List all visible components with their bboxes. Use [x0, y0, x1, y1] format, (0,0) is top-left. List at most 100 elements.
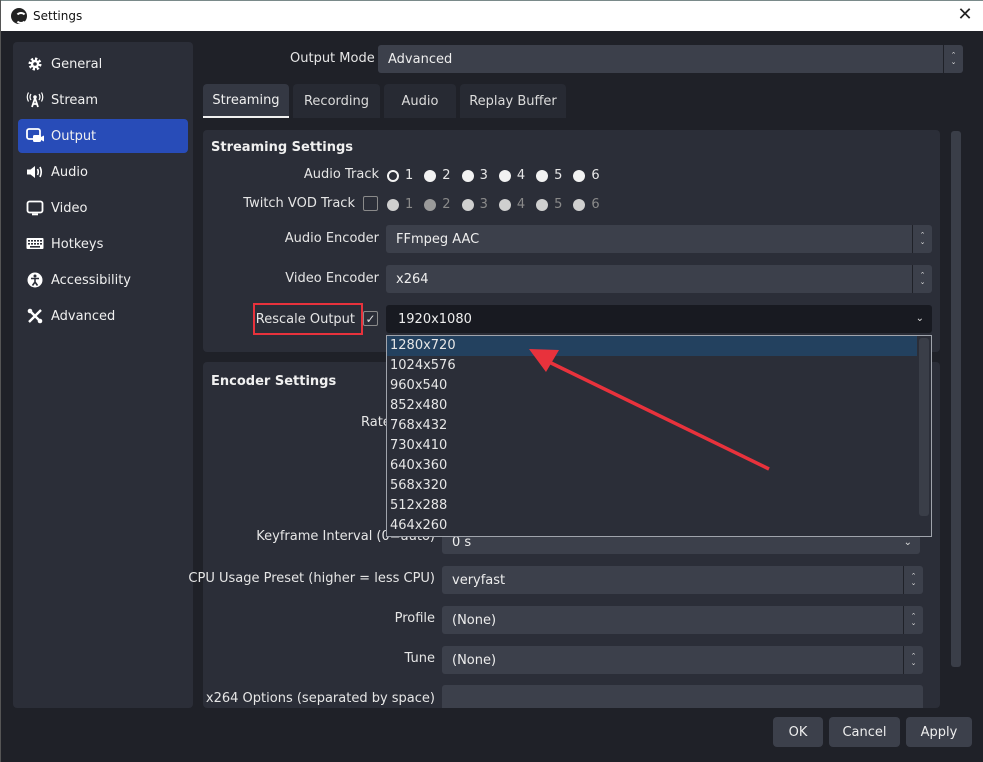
chevron-down-icon: ⌄ — [903, 536, 912, 548]
tab-label: Replay Buffer — [469, 93, 557, 109]
output-tabs: Streaming Recording Audio Replay Buffer — [203, 84, 570, 118]
output-mode-select[interactable]: Advanced ⌃ ⌄ — [378, 45, 963, 73]
radio-label: 1 — [405, 197, 414, 212]
dropdown-option[interactable]: 464x260 — [387, 516, 917, 536]
radio-label: 2 — [442, 197, 451, 212]
dropdown-option[interactable]: 512x288 — [387, 496, 917, 516]
radio-label: 3 — [479, 197, 488, 212]
radio-label: 5 — [554, 168, 563, 183]
close-icon[interactable]: ✕ — [956, 6, 974, 24]
video-encoder-select[interactable]: x264 ⌃ ⌄ — [386, 265, 932, 293]
video-encoder-label: Video Encoder — [285, 271, 379, 286]
rescale-output-label: Rescale Output — [255, 312, 355, 327]
twitch-vod-track-checkbox[interactable] — [363, 196, 378, 211]
profile-label: Profile — [394, 611, 435, 626]
sidebar-item-label: Stream — [51, 92, 99, 108]
sidebar-item-label: Video — [51, 200, 88, 216]
sidebar-item-video[interactable]: Video — [18, 191, 188, 225]
tab-audio[interactable]: Audio — [384, 84, 456, 118]
dropdown-option[interactable]: 568x320 — [387, 476, 917, 496]
window-title: Settings — [33, 9, 83, 23]
profile-select[interactable]: (None) ⌃ ⌄ — [442, 606, 923, 634]
radio-label: 4 — [516, 168, 526, 183]
audio-track-radio-3[interactable] — [461, 169, 474, 182]
spinner-icon: ⌃ ⌄ — [943, 45, 963, 73]
tab-recording[interactable]: Recording — [293, 84, 380, 118]
sidebar-item-hotkeys[interactable]: Hotkeys — [18, 227, 188, 261]
tune-value: (None) — [452, 652, 497, 668]
radio-label: 6 — [591, 168, 600, 183]
vod-track-radio-5[interactable] — [536, 198, 549, 211]
audio-track-label: Audio Track — [303, 167, 379, 182]
rescale-output-value: 1920x1080 — [398, 311, 472, 327]
tools-icon — [26, 307, 44, 325]
keyboard-icon — [26, 235, 44, 253]
streaming-settings-title: Streaming Settings — [211, 140, 354, 155]
audio-encoder-value: FFmpeg AAC — [396, 231, 480, 247]
accessibility-icon — [26, 271, 44, 289]
vod-track-radio-1[interactable] — [387, 198, 399, 211]
button-label: Apply — [920, 724, 958, 740]
audio-track-radio-6[interactable] — [573, 169, 586, 182]
dropdown-option[interactable]: 960x540 — [387, 376, 917, 396]
x264-options-input[interactable] — [442, 685, 923, 708]
radio-label: 2 — [442, 168, 451, 183]
chevron-down-icon: ⌄ — [915, 312, 924, 324]
tab-streaming[interactable]: Streaming — [203, 84, 289, 118]
radio-label: 5 — [554, 197, 563, 212]
sidebar-item-general[interactable]: General — [18, 47, 188, 81]
spinner-icon: ⌃ ⌄ — [903, 606, 923, 634]
cpu-usage-preset-select[interactable]: veryfast ⌃ ⌄ — [442, 566, 923, 594]
sidebar-item-label: Accessibility — [51, 272, 131, 288]
vod-track-radio-4[interactable] — [498, 198, 511, 211]
sidebar-item-label: Audio — [51, 164, 88, 180]
antenna-icon — [26, 91, 44, 109]
output-mode-label: Output Mode — [290, 51, 375, 66]
audio-encoder-select[interactable]: FFmpeg AAC ⌃ ⌄ — [386, 225, 932, 253]
vod-track-radio-2[interactable] — [424, 198, 437, 211]
button-label: OK — [788, 724, 808, 740]
audio-track-radios: 1 2 3 4 5 6 — [387, 168, 611, 183]
title-bar: Settings ✕ — [1, 0, 983, 31]
cpu-usage-preset-label: CPU Usage Preset (higher = less CPU) — [188, 571, 435, 586]
apply-button[interactable]: Apply — [906, 717, 972, 747]
audio-track-radio-5[interactable] — [536, 169, 549, 182]
vod-track-radio-6[interactable] — [573, 198, 586, 211]
button-label: Cancel — [842, 724, 887, 740]
dropdown-option[interactable]: 640x360 — [387, 456, 917, 476]
rescale-output-select[interactable]: 1920x1080 ⌄ — [386, 305, 932, 333]
cancel-button[interactable]: Cancel — [829, 717, 900, 747]
encoder-settings-title: Encoder Settings — [211, 374, 337, 389]
keyframe-interval-value: 0 s — [452, 535, 472, 550]
audio-track-radio-2[interactable] — [424, 169, 437, 182]
dropdown-option[interactable]: 1024x576 — [387, 356, 917, 376]
settings-scrollbar[interactable] — [951, 131, 961, 667]
ok-button[interactable]: OK — [773, 717, 823, 747]
sidebar-item-output[interactable]: Output — [18, 119, 188, 153]
dropdown-option[interactable]: 768x432 — [387, 416, 917, 436]
sidebar-item-label: Advanced — [51, 308, 116, 324]
cpu-usage-preset-value: veryfast — [452, 572, 506, 588]
tab-label: Recording — [303, 93, 370, 109]
monitor-icon — [26, 199, 44, 217]
dropdown-option[interactable]: 852x480 — [387, 396, 917, 416]
tab-label: Audio — [401, 93, 439, 109]
dropdown-scrollbar[interactable] — [919, 338, 929, 516]
sidebar-item-stream[interactable]: Stream — [18, 83, 188, 117]
rescale-output-checkbox[interactable]: ✓ — [363, 311, 378, 326]
sidebar-item-advanced[interactable]: Advanced — [18, 299, 188, 333]
radio-label: 4 — [516, 197, 526, 212]
sidebar-item-accessibility[interactable]: Accessibility — [18, 263, 188, 297]
tab-replay-buffer[interactable]: Replay Buffer — [460, 84, 566, 118]
sidebar-item-label: Hotkeys — [51, 236, 104, 252]
vod-track-radio-3[interactable] — [461, 198, 474, 211]
dropdown-option[interactable]: 730x410 — [387, 436, 917, 456]
output-mode-value: Advanced — [388, 51, 453, 67]
dropdown-option[interactable]: 1280x720 — [387, 336, 917, 356]
audio-track-radio-4[interactable] — [498, 169, 511, 182]
tune-select[interactable]: (None) ⌃ ⌄ — [442, 646, 923, 674]
spinner-icon: ⌃ ⌄ — [903, 566, 923, 594]
audio-track-radio-1[interactable] — [387, 169, 399, 182]
twitch-vod-track-label: Twitch VOD Track — [243, 196, 355, 211]
sidebar-item-audio[interactable]: Audio — [18, 155, 188, 189]
